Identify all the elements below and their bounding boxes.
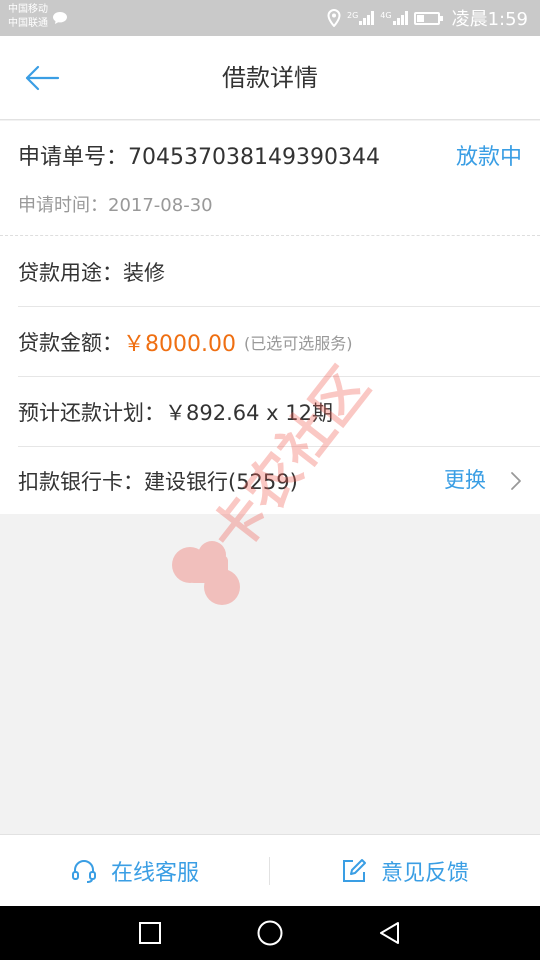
battery-icon [413, 11, 443, 25]
net-type-2: 4G [380, 11, 392, 20]
triangle-back-icon [380, 922, 399, 944]
back-button[interactable] [20, 58, 64, 98]
back-arrow-icon [25, 65, 60, 91]
application-info: 申请单号：704537038149390344 放款中 申请时间：2017-08… [0, 121, 540, 236]
bank-card-row: 扣款银行卡： 建设银行(5259) 更换 [0, 447, 540, 514]
order-number-line: 申请单号：704537038149390344 [18, 139, 380, 171]
online-service-label: 在线客服 [110, 861, 199, 886]
status-right: 2G 4G 凌晨1:59 [327, 6, 528, 30]
repayment-plan-value: ￥892.64 x 12期 [165, 401, 333, 425]
system-navigation-bar [0, 906, 540, 960]
carrier-info: 中国移动 中国联通 [8, 3, 68, 31]
online-service-button[interactable]: 在线客服 [0, 835, 270, 907]
edit-icon [342, 859, 366, 882]
purpose-row: 贷款用途： 装修 [0, 237, 540, 307]
bank-card-label: 扣款银行卡： [18, 469, 144, 494]
purpose-value: 装修 [123, 261, 165, 285]
back-system-button[interactable] [376, 919, 404, 947]
action-divider [269, 857, 270, 885]
carrier-2: 中国联通 [8, 18, 48, 29]
application-time-label: 申请时间： [18, 195, 108, 216]
bottom-action-bar: 在线客服 意见反馈 [0, 834, 540, 906]
amount-row: 贷款金额： ￥8000.00 (已选可选服务) [0, 307, 540, 377]
amount-note: (已选可选服务) [243, 334, 353, 353]
loan-status: 放款中 [455, 145, 522, 170]
repayment-plan-label: 预计还款计划： [18, 401, 165, 425]
signal-icon-2: 4G [380, 11, 408, 25]
feedback-label: 意见反馈 [380, 861, 469, 886]
chat-bubble-icon [53, 12, 67, 24]
application-time: 2017-08-30 [108, 195, 213, 216]
status-time: 凌晨1:59 [451, 9, 528, 30]
purpose-label: 贷款用途： [18, 261, 123, 285]
feedback-button[interactable]: 意见反馈 [270, 835, 540, 907]
repayment-plan-row: 预计还款计划： ￥892.64 x 12期 [0, 377, 540, 447]
recent-apps-button[interactable] [136, 919, 164, 947]
order-number-label: 申请单号： [18, 145, 129, 170]
status-bar: 中国移动 中国联通 2G 4G 凌晨1:59 [0, 0, 540, 36]
amount-label: 贷款金额： [18, 331, 123, 355]
amount-value: ￥8000.00 [123, 332, 236, 357]
bank-card-value: 建设银行(5259) [144, 469, 298, 494]
header: 借款详情 [0, 36, 540, 120]
location-icon [327, 9, 341, 27]
headset-icon [71, 860, 96, 883]
circle-icon [257, 920, 283, 946]
signal-icon-1: 2G [346, 11, 375, 25]
application-time-line: 申请时间：2017-08-30 [18, 191, 213, 217]
loan-detail-card: 申请单号：704537038149390344 放款中 申请时间：2017-08… [0, 121, 540, 514]
chevron-right-icon[interactable] [510, 447, 522, 514]
page-title: 借款详情 [222, 64, 318, 92]
change-card-button[interactable]: 更换 [444, 447, 486, 514]
order-number: 704537038149390344 [128, 145, 380, 170]
home-button[interactable] [256, 919, 284, 947]
square-icon [139, 922, 161, 944]
net-type-1: 2G [346, 11, 359, 20]
